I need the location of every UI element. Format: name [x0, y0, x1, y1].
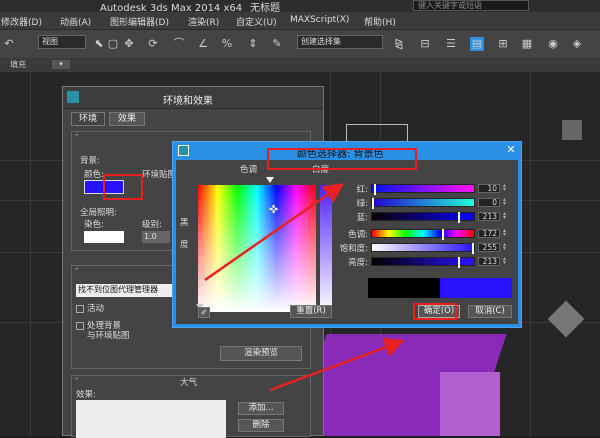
annotation-arrow	[204, 183, 345, 282]
annotation-arrow	[269, 337, 405, 392]
annotation-arrows	[204, 183, 405, 392]
